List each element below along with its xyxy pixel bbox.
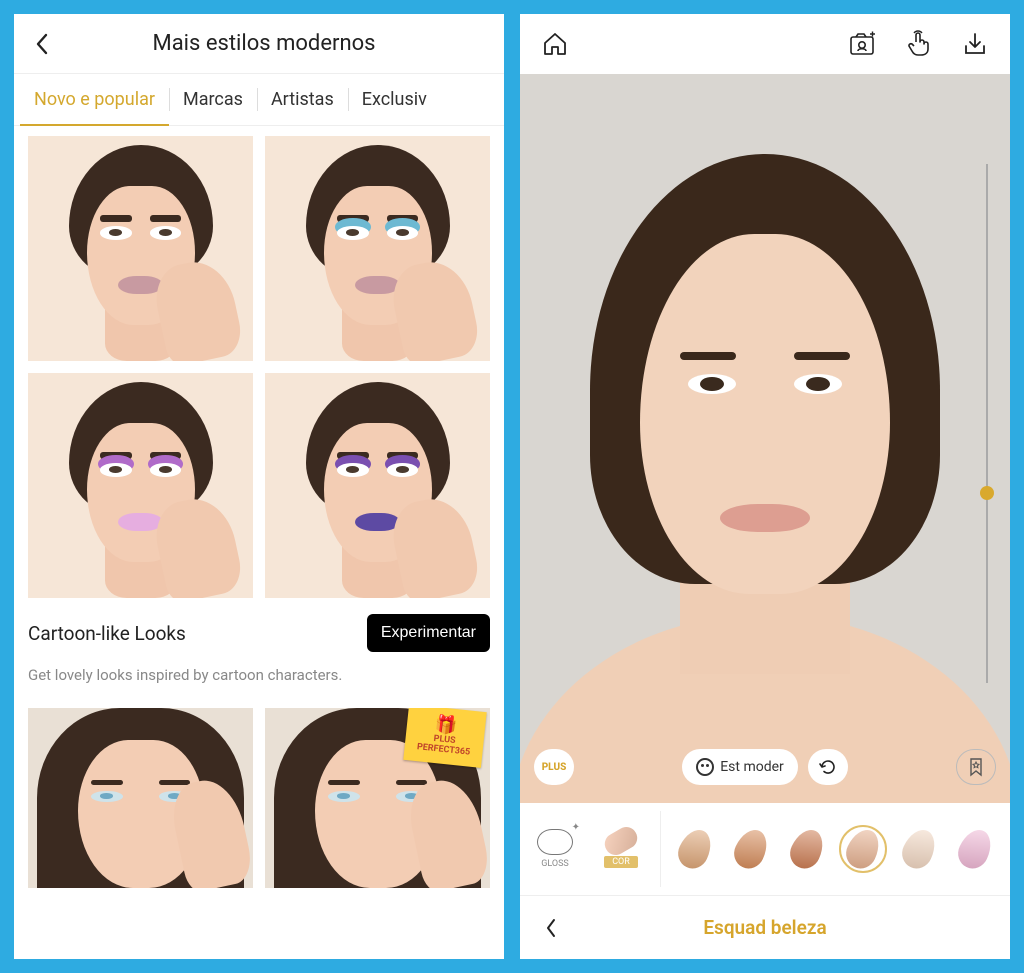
looks-grid — [28, 136, 490, 598]
undo-button[interactable] — [808, 749, 848, 785]
save-button[interactable] — [958, 27, 992, 61]
collection-header: Cartoon-like Looks Experimentar — [28, 614, 490, 652]
plus-chip[interactable]: PLUS — [534, 749, 574, 785]
try-button[interactable]: Experimentar — [367, 614, 490, 652]
undo-icon — [818, 757, 838, 777]
est-moder-chip[interactable]: Est moder — [682, 749, 798, 785]
color-swatch[interactable] — [671, 825, 719, 873]
look-thumbnail[interactable] — [265, 373, 490, 598]
editor-screen: PLUS Est moder GLOSS COR — [520, 14, 1010, 959]
preview-canvas[interactable]: PLUS Est moder — [520, 74, 1010, 803]
tab-artistas[interactable]: Artistas — [257, 74, 348, 125]
bottom-bar: Esquad beleza — [520, 895, 1010, 959]
face-icon — [696, 758, 714, 776]
look-thumbnail[interactable]: 🎁 PLUS PERFECT365 — [265, 708, 490, 888]
color-swatch-selected[interactable] — [839, 825, 887, 873]
gloss-tool[interactable]: GLOSS — [526, 829, 584, 869]
color-swatch[interactable] — [727, 825, 775, 873]
look-thumbnail[interactable] — [28, 708, 253, 888]
favorite-button[interactable] — [956, 749, 996, 785]
page-title: Mais estilos modernos — [66, 31, 462, 56]
gloss-label: GLOSS — [541, 859, 569, 869]
plus-badge: 🎁 PLUS PERFECT365 — [403, 708, 486, 768]
collapse-button[interactable] — [534, 911, 568, 945]
catalog-body: Cartoon-like Looks Experimentar Get love… — [14, 126, 504, 959]
lips-icon — [537, 829, 573, 855]
swatch-preview-icon — [601, 823, 641, 859]
look-thumbnail[interactable] — [28, 373, 253, 598]
touch-button[interactable] — [902, 27, 936, 61]
cor-tool[interactable]: COR — [592, 830, 650, 868]
header: Mais estilos modernos — [14, 14, 504, 74]
download-icon — [962, 31, 988, 57]
look-thumbnail[interactable] — [28, 136, 253, 361]
chevron-left-icon — [544, 917, 558, 939]
color-swatch[interactable] — [951, 825, 999, 873]
intensity-slider-track[interactable] — [986, 164, 988, 683]
est-moder-label: Est moder — [720, 759, 784, 775]
hand-tap-icon — [905, 30, 933, 58]
swatch-bar: GLOSS COR — [520, 803, 1010, 895]
back-button[interactable] — [28, 30, 56, 58]
home-icon — [541, 30, 569, 58]
color-swatch[interactable] — [895, 825, 943, 873]
photo-switch-button[interactable] — [846, 27, 880, 61]
bookmark-star-icon — [966, 757, 986, 777]
editor-toolbar — [520, 14, 1010, 74]
gift-icon: 🎁 — [434, 716, 458, 736]
collection-description: Get lovely looks inspired by cartoon cha… — [28, 666, 490, 684]
plus-badge-text-bottom: PERFECT365 — [416, 742, 470, 758]
preview-chip-row: PLUS Est moder — [520, 749, 1010, 785]
category-tabs: Novo e popular Marcas Artistas Exclusiv — [14, 74, 504, 126]
tab-exclusivos[interactable]: Exclusiv — [348, 74, 441, 125]
cor-label: COR — [604, 856, 638, 868]
camera-portrait-icon — [848, 30, 878, 58]
look-thumbnail[interactable] — [265, 136, 490, 361]
chevron-left-icon — [34, 32, 50, 56]
home-button[interactable] — [538, 27, 572, 61]
styles-catalog-screen: Mais estilos modernos Novo e popular Mar… — [14, 14, 504, 959]
tab-marcas[interactable]: Marcas — [169, 74, 257, 125]
second-looks-grid: 🎁 PLUS PERFECT365 — [28, 708, 490, 888]
intensity-slider-thumb[interactable] — [980, 486, 994, 500]
tab-novo-popular[interactable]: Novo e popular — [20, 74, 169, 125]
bottom-title: Esquad beleza — [568, 916, 962, 939]
collection-title: Cartoon-like Looks — [28, 622, 186, 645]
color-swatch[interactable] — [783, 825, 831, 873]
